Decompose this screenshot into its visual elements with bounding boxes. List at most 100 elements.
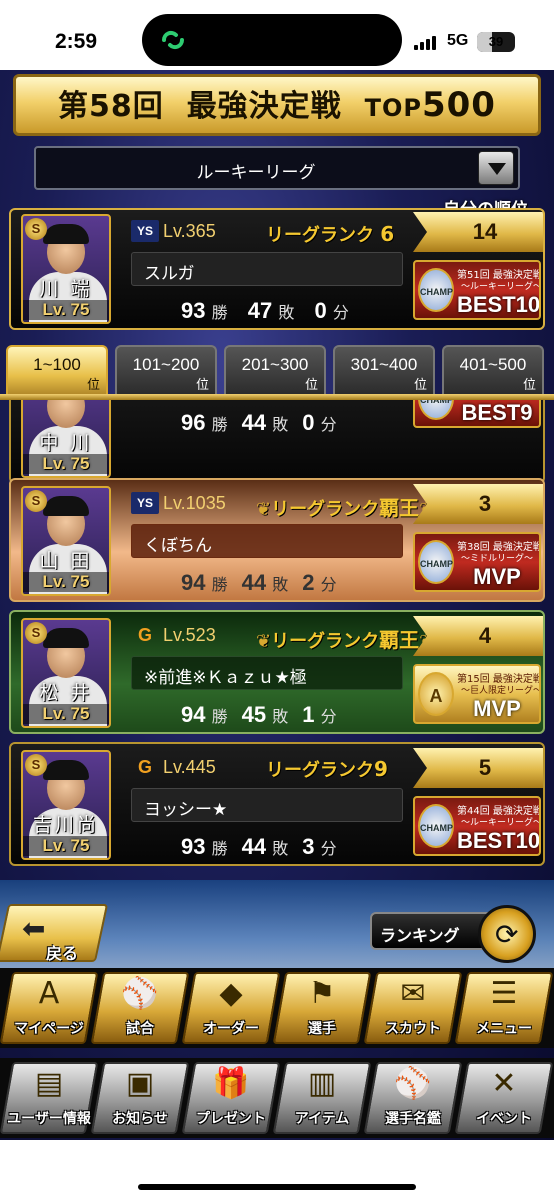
app-link-icon [161,30,185,50]
back-label: 戻る [46,944,79,963]
team-logo-icon: G [137,625,152,645]
menu-icon: ☰ [490,976,518,1011]
user-name: スルガ [131,252,403,286]
menu-label: スカウト [385,1021,441,1037]
refresh-icon[interactable]: ⟳ [478,905,536,963]
menu-icon: ✉ [400,976,426,1011]
main-menu-bar: A マイページ ⚾ 試合 ◆ オーダー ⚑ 選手 ✉ スカウト ☰ メニュー [0,968,554,1048]
menu-label: お知らせ [112,1111,168,1127]
team-logo-icon: YS [131,220,159,242]
menu-label: アイテム [294,1111,350,1127]
trophy-badge: CHAMP第38回 最強決定戦～ルーキーリーグ～BEST9 [413,400,541,428]
player-name: 吉川尚 [32,814,99,836]
signal-icon [414,36,440,50]
network-label: 5G [447,32,469,49]
rank-position: 14 [413,212,543,252]
player-avatar: S中 川Lv. 75 [21,400,111,478]
s-rank-badge: S [25,490,47,512]
dropdown-button[interactable] [478,151,514,185]
win-loss-record: 94 勝 44 敗2 分 [181,570,337,595]
user-level: Lv.445 [163,757,216,777]
championship-icon: CHAMP [418,804,454,848]
tab-rank-5[interactable]: 401~500 位 [442,345,544,395]
user-name: ※前進※Ｋａｚｕ★極 [131,656,403,690]
player-level: Lv. 75 [23,572,109,592]
menu-label: ユーザー情報 [7,1111,91,1127]
team-logo-icon: YS [131,492,159,514]
ranking-list[interactable]: S中 川Lv. 75マシラフ96 勝44 敗0 分CHAMP第38回 最強決定戦… [0,400,554,885]
user-level: Lv.365 [163,221,216,241]
championship-icon: A [418,672,454,716]
ranking-row[interactable]: S 吉川尚 Lv. 75 G Lv.445 リーグランク9 ヨッシー★ 93 勝 44 敗3 分… [9,742,545,866]
win-loss-record: 96 勝 44 敗0 分 [181,410,337,435]
player-name: 山 田 [39,550,93,572]
menu-label: イベント [476,1111,532,1127]
user-name: くぼちん [131,524,403,558]
ranking-row[interactable]: S中 川Lv. 75マシラフ96 勝44 敗0 分CHAMP第38回 最強決定戦… [9,400,545,484]
chevron-down-icon [488,163,506,175]
s-rank-badge: S [25,218,47,240]
status-bar: 2:59 5G 39 [0,0,554,70]
menu-icon: ✕ [491,1066,517,1101]
player-level: Lv. 75 [23,836,109,856]
tab-rank-2[interactable]: 101~200 位 [115,345,217,395]
player-avatar: S 川 端 Lv. 75 [21,214,111,324]
trophy-badge: A 第15回 最強決定戦 ～巨人限定リーグ～ MVP [413,664,541,724]
status-time: 2:59 [55,30,98,53]
menu-icon: ▥ [307,1066,337,1101]
home-bar [0,1140,554,1200]
team-logo-icon: G [137,757,152,777]
laurel-icon: ❦ [256,499,272,520]
ranking-row[interactable]: S 山 田Lv. 75 YSLv.1035 ❦リーグランク覇王❦ くぼちん 94 勝44 … [9,478,545,602]
win-loss-record: 94 勝 45 敗1 分 [181,702,337,727]
player-name: 中 川 [39,432,93,454]
s-rank-badge: S [25,754,47,776]
menu-icon: A [38,976,60,1011]
sub-menu-bar: ▤ ユーザー情報 ▣ お知らせ 🎁 プレゼント ▥ アイテム ⚾ 選手名鑑 ✕ イベント [0,1058,554,1138]
menu-icon: ▤ [34,1066,64,1101]
championship-icon: CHAMP [418,400,454,420]
tab-rank-4[interactable]: 301~400 位 [333,345,435,395]
page-title: 第58回 最強決定戦 TOP500 [13,74,541,136]
win-loss-record: 93 勝 47 敗 0 分 [181,298,349,323]
rank-position: 4 [413,616,543,656]
menu-icon: 🎁 [212,1066,250,1101]
league-rank: リーグランク 6 [266,222,395,246]
back-arrow-icon: ⬅ [22,912,46,945]
player-name: 松 井 [39,682,93,704]
s-rank-badge: S [25,622,47,644]
own-rank-card[interactable]: S 川 端 Lv. 75 YS Lv.365 リーグランク 6 スルガ 93 勝… [9,208,545,330]
laurel-icon: ❦ [256,631,272,652]
trophy-badge: CHAMP 第38回 最強決定戦 ～ミドルリーグ～ MVP [413,532,541,592]
menu-label: メニュー [476,1021,532,1037]
tab-rank-1[interactable]: 1~100 位 [6,345,108,395]
tab-rank-3[interactable]: 201~300 位 [224,345,326,395]
menu-label: 選手名鑑 [385,1111,441,1127]
menu-label: 試合 [126,1021,154,1037]
league-select-value: ルーキーリーグ [196,163,316,183]
user-name: ヨッシー★ [131,788,403,822]
rank-position: 3 [413,484,543,524]
trophy-badge: CHAMP第44回 最強決定戦～ルーキーリーグ～BEST100 [413,796,541,856]
menu-label: プレゼント [196,1111,266,1127]
menu-icon: ⚾ [394,1066,432,1101]
rank-position: 5 [413,748,543,788]
menu-icon: ⚑ [308,976,336,1011]
league-rank: リーグランク9 [266,757,388,781]
league-rank: ❦リーグランク覇王❦ [256,492,434,521]
league-select[interactable]: ルーキーリーグ [34,146,520,190]
menu-label: マイページ [14,1021,84,1037]
menu-label: 選手 [308,1021,336,1037]
player-avatar: S 吉川尚 Lv. 75 [21,750,111,860]
player-level: Lv. 75 [23,704,109,724]
championship-icon: CHAMP [418,268,454,312]
player-avatar: S 松 井 Lv. 75 [21,618,111,728]
menu-icon: ⚾ [121,976,159,1011]
player-avatar: S 山 田 Lv. 75 [21,486,111,596]
ranking-row[interactable]: S 松 井Lv. 75 G Lv.523 ❦リーグランク覇王❦ ※前進※Ｋａｚｕ★極 94 … [9,610,545,734]
league-rank: ❦リーグランク覇王❦ [256,624,434,653]
championship-icon: CHAMP [418,540,454,584]
user-level: Lv.1035 [163,493,226,513]
home-indicator[interactable] [138,1184,416,1190]
battery-icon: 39 [477,32,515,52]
